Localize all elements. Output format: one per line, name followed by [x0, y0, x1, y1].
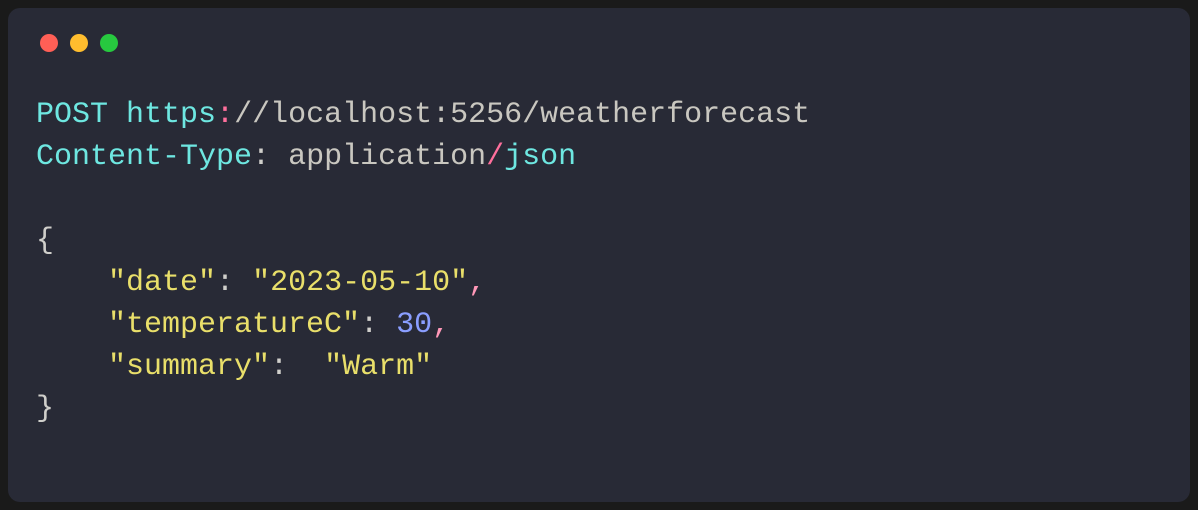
json-value-summary: "Warm"	[324, 350, 432, 384]
space	[108, 98, 126, 132]
http-method: POST	[36, 98, 108, 132]
code-window: POST https://localhost:5256/weatherforec…	[8, 8, 1190, 502]
close-icon[interactable]	[40, 34, 58, 52]
mime-slash: /	[486, 140, 504, 174]
brace-close: }	[36, 392, 54, 426]
json-value-date: "2023-05-10"	[252, 266, 468, 300]
url-rest: //localhost:5256/weatherforecast	[234, 98, 810, 132]
maximize-icon[interactable]	[100, 34, 118, 52]
json-value-temp: 30	[396, 308, 432, 342]
comma: ,	[432, 308, 450, 342]
json-key-date: "date"	[108, 266, 216, 300]
code-block: POST https://localhost:5256/weatherforec…	[36, 94, 1162, 430]
json-key-summary: "summary"	[108, 350, 270, 384]
kv-sep: :	[216, 266, 252, 300]
header-name: Content-Type	[36, 140, 252, 174]
kv-sep: :	[360, 308, 396, 342]
mime-type-right: json	[504, 140, 576, 174]
url-colon: :	[216, 98, 234, 132]
minimize-icon[interactable]	[70, 34, 88, 52]
indent	[36, 266, 108, 300]
comma: ,	[468, 266, 486, 300]
indent	[36, 308, 108, 342]
kv-sep: :	[270, 350, 324, 384]
mime-type-left: application	[288, 140, 486, 174]
brace-open: {	[36, 224, 54, 258]
indent	[36, 350, 108, 384]
json-key-temp: "temperatureC"	[108, 308, 360, 342]
header-sep: :	[252, 140, 288, 174]
url-proto: https	[126, 98, 216, 132]
window-traffic-lights	[40, 34, 1162, 52]
